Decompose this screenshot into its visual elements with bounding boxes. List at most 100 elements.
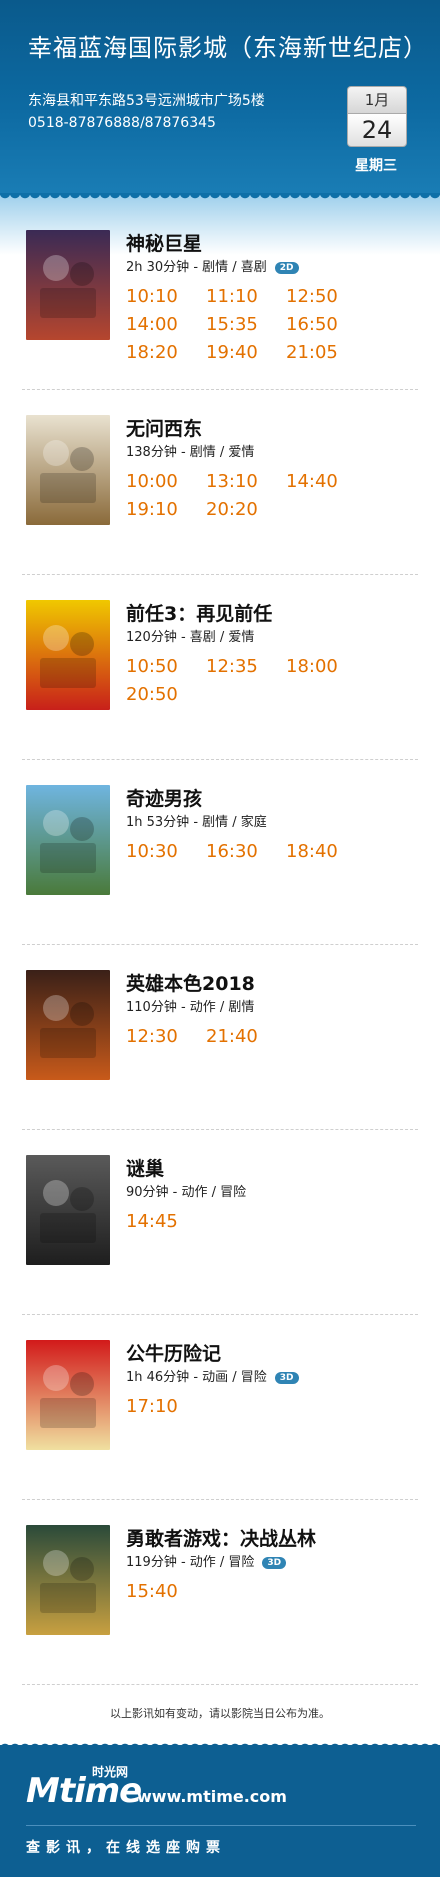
movie-item[interactable]: 勇敢者游戏：决战丛林 119分钟 - 动作 / 冒险 3D 15:40 — [0, 1500, 440, 1685]
movie-info-row: 1h 46分钟 - 动画 / 冒险 3D — [126, 1366, 299, 1385]
showtime[interactable]: 14:45 — [126, 1208, 206, 1236]
showtimes: 10:30 16:30 18:40 — [126, 838, 426, 866]
movie-info: 1h 46分钟 - 动画 / 冒险 — [126, 1370, 267, 1385]
showtime[interactable]: 18:20 — [126, 339, 206, 367]
showtime[interactable]: 16:50 — [286, 311, 366, 339]
showtime[interactable]: 10:00 — [126, 468, 206, 496]
movie-info-row: 2h 30分钟 - 剧情 / 喜剧 2D — [126, 256, 299, 275]
showtime[interactable]: 15:40 — [126, 1578, 206, 1606]
showtimes: 17:10 — [126, 1393, 426, 1421]
showtime[interactable]: 21:05 — [286, 339, 366, 367]
movie-poster[interactable] — [26, 1155, 110, 1265]
showtime[interactable]: 12:35 — [206, 653, 286, 681]
poster-image — [26, 1525, 110, 1635]
movie-title[interactable]: 谜巢 — [126, 1154, 164, 1181]
showtime[interactable]: 14:40 — [286, 468, 366, 496]
showtime[interactable]: 15:35 — [206, 311, 286, 339]
showtimes: 10:10 11:10 12:50 14:00 15:35 16:50 18:20 19:40… — [126, 283, 426, 367]
movie-info-row: 1h 53分钟 - 剧情 / 家庭 — [126, 811, 267, 830]
showtime[interactable]: 19:10 — [126, 496, 206, 524]
movie-poster[interactable] — [26, 230, 110, 340]
showtimes: 12:30 21:40 — [126, 1023, 426, 1051]
mtime-logo-cn: 时光网 — [92, 1765, 129, 1779]
showtime[interactable]: 19:40 — [206, 339, 286, 367]
movie-poster[interactable] — [26, 785, 110, 895]
cinema-name: 幸福蓝海国际影城（东海新世纪店） — [28, 34, 428, 62]
showtime[interactable]: 12:30 — [126, 1023, 206, 1051]
movie-title[interactable]: 神秘巨星 — [126, 229, 202, 256]
calendar-day: 24 — [347, 113, 407, 147]
movie-title[interactable]: 无问西东 — [126, 414, 202, 441]
footer-divider — [26, 1825, 416, 1826]
site-url[interactable]: www.mtime.com — [137, 1787, 287, 1806]
movie-info: 138分钟 - 剧情 / 爱情 — [126, 445, 255, 460]
showtime[interactable]: 13:10 — [206, 468, 286, 496]
footer-slogan: 查影讯，在线选座购票 — [26, 1840, 226, 1856]
header-edge — [0, 193, 440, 203]
movie-title[interactable]: 英雄本色2018 — [126, 969, 255, 996]
movie-info-row: 120分钟 - 喜剧 / 爱情 — [126, 626, 254, 645]
movie-item[interactable]: 公牛历险记 1h 46分钟 - 动画 / 冒险 3D 17:10 — [0, 1315, 440, 1500]
movie-item[interactable]: 神秘巨星 2h 30分钟 - 剧情 / 喜剧 2D 10:10 11:10 12:50 14… — [0, 205, 440, 390]
movie-divider — [22, 1684, 418, 1685]
footer: Mtime 时光网 www.mtime.com 查影讯，在线选座购票 — [0, 1739, 440, 1877]
movie-info: 90分钟 - 动作 / 冒险 — [126, 1185, 247, 1200]
weekday: 星期三 — [355, 158, 397, 174]
showtime[interactable]: 20:20 — [206, 496, 286, 524]
calendar-month: 1月 — [347, 86, 407, 113]
movie-info: 2h 30分钟 - 剧情 / 喜剧 — [126, 260, 267, 275]
movie-poster[interactable] — [26, 1525, 110, 1635]
movie-item[interactable]: 前任3：再见前任 120分钟 - 喜剧 / 爱情 10:50 12:35 18:00 20… — [0, 575, 440, 760]
movie-info-row: 110分钟 - 动作 / 剧情 — [126, 996, 254, 1015]
poster-image — [26, 1155, 110, 1265]
showtime[interactable]: 21:40 — [206, 1023, 286, 1051]
showtime[interactable]: 20:50 — [126, 681, 206, 709]
format-badge: 3D — [262, 1557, 287, 1569]
format-badge: 3D — [274, 1372, 299, 1384]
header: 幸福蓝海国际影城（东海新世纪店） 东海县和平东路53号远洲城市广场5楼 0518… — [0, 0, 440, 203]
showtime[interactable]: 10:10 — [126, 283, 206, 311]
movie-item[interactable]: 谜巢 90分钟 - 动作 / 冒险 14:45 — [0, 1130, 440, 1315]
showtime[interactable]: 16:30 — [206, 838, 286, 866]
movie-info-row: 119分钟 - 动作 / 冒险 3D — [126, 1551, 287, 1570]
showtime[interactable]: 12:50 — [286, 283, 366, 311]
showtimes: 15:40 — [126, 1578, 426, 1606]
movie-title[interactable]: 勇敢者游戏：决战丛林 — [126, 1524, 316, 1551]
disclaimer-note: 以上影讯如有变动，请以影院当日公布为准。 — [110, 1707, 330, 1720]
movie-poster[interactable] — [26, 600, 110, 710]
poster-image — [26, 230, 110, 340]
cinema-address: 东海县和平东路53号远洲城市广场5楼 — [28, 93, 265, 109]
showtime[interactable]: 14:00 — [126, 311, 206, 339]
showtimes: 14:45 — [126, 1208, 426, 1236]
showtime[interactable]: 18:00 — [286, 653, 366, 681]
footer-edge — [0, 1739, 440, 1749]
showtimes: 10:00 13:10 14:40 19:10 20:20 — [126, 468, 426, 524]
poster-image — [26, 970, 110, 1080]
cinema-phone[interactable]: 0518-87876888/87876345 — [28, 115, 216, 131]
movie-info: 110分钟 - 动作 / 剧情 — [126, 1000, 255, 1015]
movie-item[interactable]: 无问西东 138分钟 - 剧情 / 爱情 10:00 13:10 14:40 19:10 2… — [0, 390, 440, 575]
date-calendar: 1月 24 — [347, 86, 407, 147]
poster-image — [26, 1340, 110, 1450]
movie-title[interactable]: 公牛历险记 — [126, 1339, 221, 1366]
poster-image — [26, 600, 110, 710]
showtime[interactable]: 10:50 — [126, 653, 206, 681]
showtime[interactable]: 18:40 — [286, 838, 366, 866]
showtime[interactable]: 17:10 — [126, 1393, 206, 1421]
showtimes: 10:50 12:35 18:00 20:50 — [126, 653, 426, 709]
showtime[interactable]: 11:10 — [206, 283, 286, 311]
movie-item[interactable]: 英雄本色2018 110分钟 - 动作 / 剧情 12:30 21:40 — [0, 945, 440, 1130]
movie-poster[interactable] — [26, 415, 110, 525]
movie-info: 1h 53分钟 - 剧情 / 家庭 — [126, 815, 267, 830]
showtime[interactable]: 10:30 — [126, 838, 206, 866]
movie-list: 神秘巨星 2h 30分钟 - 剧情 / 喜剧 2D 10:10 11:10 12:50 14… — [0, 205, 440, 1685]
poster-image — [26, 785, 110, 895]
format-badge: 2D — [274, 262, 299, 274]
movie-item[interactable]: 奇迹男孩 1h 53分钟 - 剧情 / 家庭 10:30 16:30 18:40 — [0, 760, 440, 945]
movie-poster[interactable] — [26, 1340, 110, 1450]
movie-title[interactable]: 前任3：再见前任 — [126, 599, 272, 626]
poster-image — [26, 415, 110, 525]
movie-info: 119分钟 - 动作 / 冒险 — [126, 1555, 255, 1570]
movie-title[interactable]: 奇迹男孩 — [126, 784, 202, 811]
movie-poster[interactable] — [26, 970, 110, 1080]
